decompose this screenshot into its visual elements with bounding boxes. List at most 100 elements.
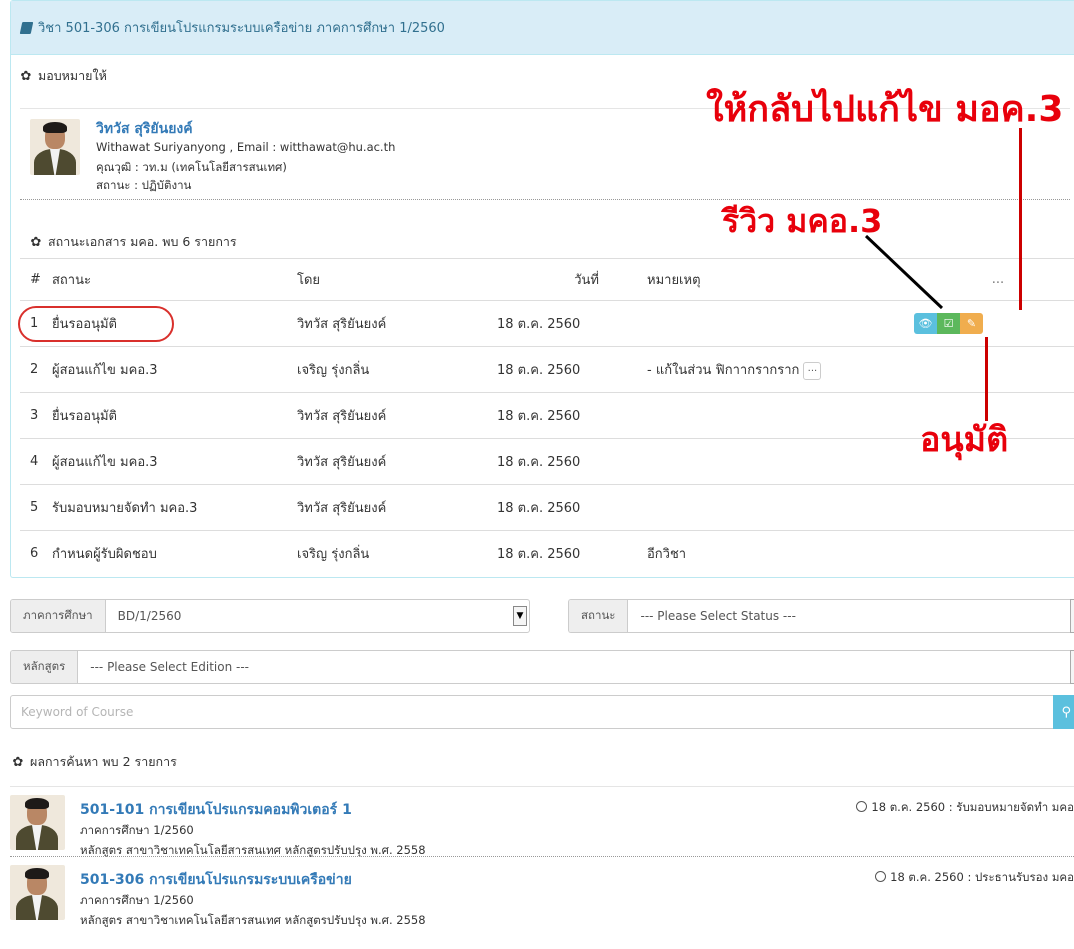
result-semester: ภาคการศึกษา 1/2560 <box>80 823 194 837</box>
status-select-arrow[interactable] <box>1070 599 1074 633</box>
row-by: เจริญ รุ่งกลิ่น <box>297 346 497 393</box>
assign-title-text: มอบหมายให้ <box>38 68 107 83</box>
row-note <box>647 438 930 485</box>
approve-button[interactable]: ☑ <box>937 313 960 334</box>
result-title-link[interactable]: 501-101 การเขียนโปรแกรมคอมพิวเตอร์ 1 <box>80 799 352 821</box>
clock-icon <box>856 801 868 812</box>
row-status: กำหนดผู้รับผิดชอบ <box>50 530 297 577</box>
table-row: 4 ผู้สอนแก้ไข มคอ.3 วิทวัส สุริยันยงค์ 1… <box>20 438 1074 485</box>
results-title: ✿ ผลการค้นหา พบ 2 รายการ <box>12 752 177 772</box>
assignee-email: Withawat Suriyanyong , Email : witthawat… <box>96 140 396 154</box>
row-by: เจริญ รุ่งกลิ่น <box>297 530 497 577</box>
panel-heading: วิชา 501-306 การเขียนโปรแกรมระบบเครือข่า… <box>11 1 1074 55</box>
row-actions <box>930 346 1074 393</box>
status-select-group: สถานะ --- Please Select Status --- <box>568 599 1074 633</box>
row-by: วิทวัส สุริยันยงค์ <box>297 392 497 439</box>
row-status: ผู้สอนแก้ไข มคอ.3 <box>50 438 297 485</box>
gear-icon: ✿ <box>12 754 24 770</box>
book-icon <box>19 21 34 34</box>
result-semester: ภาคการศึกษา 1/2560 <box>80 893 194 907</box>
assignee-name[interactable]: วิทวัส สุริยันยงค์ <box>96 118 193 140</box>
doc-status-title-text: สถานะเอกสาร มคอ. พบ 6 รายการ <box>48 234 237 249</box>
avatar <box>10 795 65 850</box>
annotation-approve: อนุมัติ <box>920 420 1009 460</box>
search-icon: ⚲ <box>1061 704 1071 720</box>
status-label: สถานะ <box>569 600 629 632</box>
row-by: วิทวัส สุริยันยงค์ <box>297 438 497 485</box>
row-date: 18 ต.ค. 2560 <box>497 392 647 439</box>
eye-icon: 👁 <box>918 317 933 330</box>
curriculum-label: หลักสูตร <box>11 651 79 683</box>
row-num: 5 <box>20 484 50 531</box>
return-edit-button[interactable]: ✎ <box>960 313 983 334</box>
row-note <box>647 484 930 531</box>
chevron-down-icon[interactable]: ▼ <box>513 606 527 626</box>
review-button[interactable]: 👁 <box>914 313 937 334</box>
search-button[interactable]: ⚲ <box>1053 695 1074 729</box>
result-date-status: 18 ต.ค. 2560 : ประธานรับรอง มคอ <box>875 869 1074 887</box>
col-header-actions: ... <box>930 258 1074 301</box>
avatar <box>30 119 80 175</box>
row-by: วิทวัส สุริยันยงค์ <box>297 317 387 332</box>
row-num: 4 <box>20 438 50 485</box>
col-header-date: วันที่ <box>497 258 647 301</box>
col-header-by: โดย <box>297 258 497 301</box>
row-actions <box>930 484 1074 531</box>
clock-icon <box>875 871 887 882</box>
course-search-input[interactable] <box>10 695 1054 729</box>
table-row: 5 รับมอบหมายจัดทำ มคอ.3 วิทวัส สุริยันยง… <box>20 484 1074 531</box>
semester-select[interactable]: BD/1/2560 <box>106 600 513 632</box>
row-date: 18 ต.ค. 2560 <box>497 438 647 485</box>
row-actions: 👁 ☑ ✎ <box>914 301 1074 347</box>
row-date: 18 ต.ค. 2560 <box>497 530 647 577</box>
annotation-review: รีวิว มคอ.3 <box>722 202 883 240</box>
row-by: วิทวัส สุริยันยงค์ <box>297 484 497 531</box>
avatar <box>10 865 65 920</box>
col-header-num: # <box>20 258 50 301</box>
row-date: 18 ต.ค. 2560 <box>497 484 647 531</box>
check-square-icon: ☑ <box>943 317 954 330</box>
list-item: 501-101 การเขียนโปรแกรมคอมพิวเตอร์ 1 ภาค… <box>10 786 1074 857</box>
row-note: - แก้ในส่วน ฟิกาากรากราก... <box>647 346 930 393</box>
annotation-return-to-edit: ให้กลับไปแก้ไข มอค.3 <box>706 89 1064 130</box>
curriculum-select-group: หลักสูตร --- Please Select Edition --- <box>10 650 1074 684</box>
assignee-degree: คุณวุฒิ : วท.ม (เทคโนโลยีสารสนเทศ) <box>96 160 287 174</box>
result-date-status-text: 18 ต.ค. 2560 : ประธานรับรอง มคอ <box>890 870 1074 884</box>
assignee-status: สถานะ : ปฏิบัติงาน <box>96 178 192 192</box>
semester-label: ภาคการศึกษา <box>11 600 106 632</box>
doc-status-title: ✿ สถานะเอกสาร มคอ. พบ 6 รายการ <box>30 232 237 252</box>
row-note <box>647 392 930 439</box>
status-select[interactable]: --- Please Select Status --- <box>628 600 1074 632</box>
edit-icon: ✎ <box>966 317 977 330</box>
table-row: 2 ผู้สอนแก้ไข มคอ.3 เจริญ รุ่งกลิ่น 18 ต… <box>20 346 1074 393</box>
row-num: 6 <box>20 530 50 577</box>
curriculum-select-arrow[interactable] <box>1070 650 1074 684</box>
row-date: 18 ต.ค. 2560 <box>497 317 581 332</box>
row-num: 2 <box>20 346 50 393</box>
row-note-text: - แก้ในส่วน ฟิกาากรากราก <box>647 363 800 378</box>
result-title-link[interactable]: 501-306 การเขียนโปรแกรมระบบเครือข่าย <box>80 869 352 891</box>
row-status: รับมอบหมายจัดทำ มคอ.3 <box>50 484 297 531</box>
list-item: 501-306 การเขียนโปรแกรมระบบเครือข่าย ภาค… <box>10 856 1074 927</box>
curriculum-select[interactable]: --- Please Select Edition --- <box>78 651 1074 683</box>
row-status: ผู้สอนแก้ไข มคอ.3 <box>50 346 297 393</box>
table-row: 3 ยื่นรออนุมัติ วิทวัส สุริยันยงค์ 18 ต.… <box>20 392 1074 439</box>
row-num: 3 <box>20 392 50 439</box>
gear-icon: ✿ <box>30 234 42 250</box>
col-header-status: สถานะ <box>50 258 297 301</box>
row-date: 18 ต.ค. 2560 <box>497 346 647 393</box>
annotation-line-return <box>1019 128 1022 310</box>
semester-select-group: ภาคการศึกษา BD/1/2560 ▼ <box>10 599 530 633</box>
highlight-ellipse <box>18 306 174 342</box>
result-date-status: 18 ต.ค. 2560 : รับมอบหมายจัดทำ มคอ <box>856 799 1074 817</box>
action-button-group: 👁 ☑ ✎ <box>914 313 1074 334</box>
panel-heading-text: วิชา 501-306 การเขียนโปรแกรมระบบเครือข่า… <box>38 21 445 36</box>
row-actions <box>930 530 1074 577</box>
note-more-button[interactable]: ... <box>803 361 822 380</box>
annotation-line-review <box>864 234 944 310</box>
assign-section-title: ✿ มอบหมายให้ <box>20 66 107 86</box>
annotation-line-approve <box>985 337 988 421</box>
row-status: ยื่นรออนุมัติ <box>50 392 297 439</box>
results-title-text: ผลการค้นหา พบ 2 รายการ <box>30 754 177 769</box>
row-note: อีกวิชา <box>647 530 930 577</box>
